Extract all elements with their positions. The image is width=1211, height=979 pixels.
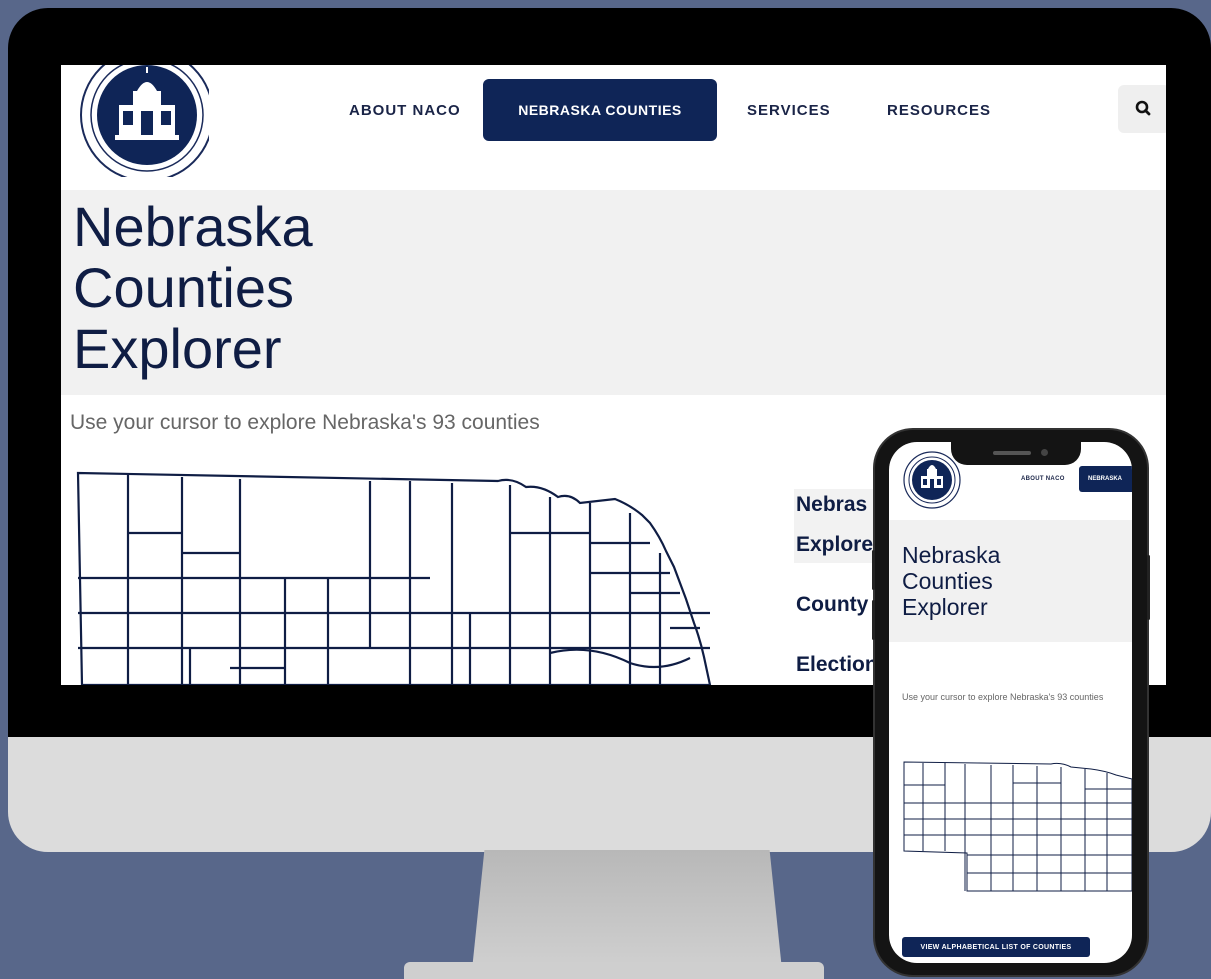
page-title-line: Counties	[73, 256, 295, 319]
mobile-nav-about-naco[interactable]: ABOUT NACO	[1021, 476, 1065, 482]
page-title-line: Explorer	[73, 317, 282, 380]
mobile-hero-banner: Nebraska Counties Explorer	[889, 520, 1132, 642]
sidebar-heading[interactable]: Election	[796, 653, 878, 677]
sidebar-heading: Nebras	[796, 493, 868, 516]
mobile-map-instructions: Use your cursor to explore Nebraska's 93…	[902, 692, 1104, 702]
phone-volume-button	[872, 600, 875, 640]
nebraska-county-map[interactable]	[70, 463, 720, 685]
mobile-page-title-line: Explorer	[902, 594, 988, 620]
search-button[interactable]	[1118, 85, 1166, 133]
mobile-nav-nebraska-counties[interactable]: NEBRASKA	[1079, 466, 1132, 492]
phone-speaker	[993, 451, 1031, 455]
sidebar-heading: Explore	[796, 533, 874, 556]
hero-banner: Nebraska Counties Explorer	[61, 190, 1166, 395]
monitor-stand-base	[404, 962, 824, 979]
mobile-nebraska-county-map[interactable]	[901, 759, 1132, 899]
page-title-line: Nebraska	[73, 195, 313, 258]
naco-seal-logo[interactable]	[75, 65, 209, 177]
phone-power-button	[1147, 555, 1150, 620]
nav-services[interactable]: SERVICES	[747, 102, 831, 119]
map-instructions: Use your cursor to explore Nebraska's 93…	[70, 411, 540, 434]
phone-notch	[951, 442, 1081, 465]
nav-about-naco[interactable]: ABOUT NACO	[349, 102, 461, 119]
mobile-page-title-line: Counties	[902, 568, 993, 594]
naco-seal-logo[interactable]	[902, 450, 962, 510]
phone-volume-button	[872, 550, 875, 590]
page-title: Nebraska Counties Explorer	[73, 196, 313, 379]
site-header: ABOUT NACO NEBRASKA COUNTIES SERVICES RE…	[61, 65, 1166, 190]
phone-camera	[1041, 449, 1048, 456]
monitor-stand	[472, 850, 782, 970]
view-alphabetical-list-button[interactable]: VIEW ALPHABETICAL LIST OF COUNTIES	[902, 937, 1090, 957]
nav-resources[interactable]: RESOURCES	[887, 102, 991, 119]
phone-device: ABOUT NACO NEBRASKA Nebraska Counties Ex…	[872, 430, 1150, 975]
sidebar-heading[interactable]: County	[796, 593, 868, 617]
nav-nebraska-counties[interactable]: NEBRASKA COUNTIES	[483, 79, 717, 141]
mobile-page-title-line: Nebraska	[902, 542, 1001, 568]
search-icon	[1135, 100, 1151, 116]
mobile-page-title: Nebraska Counties Explorer	[902, 542, 1000, 620]
mobile-screen: ABOUT NACO NEBRASKA Nebraska Counties Ex…	[889, 442, 1132, 963]
